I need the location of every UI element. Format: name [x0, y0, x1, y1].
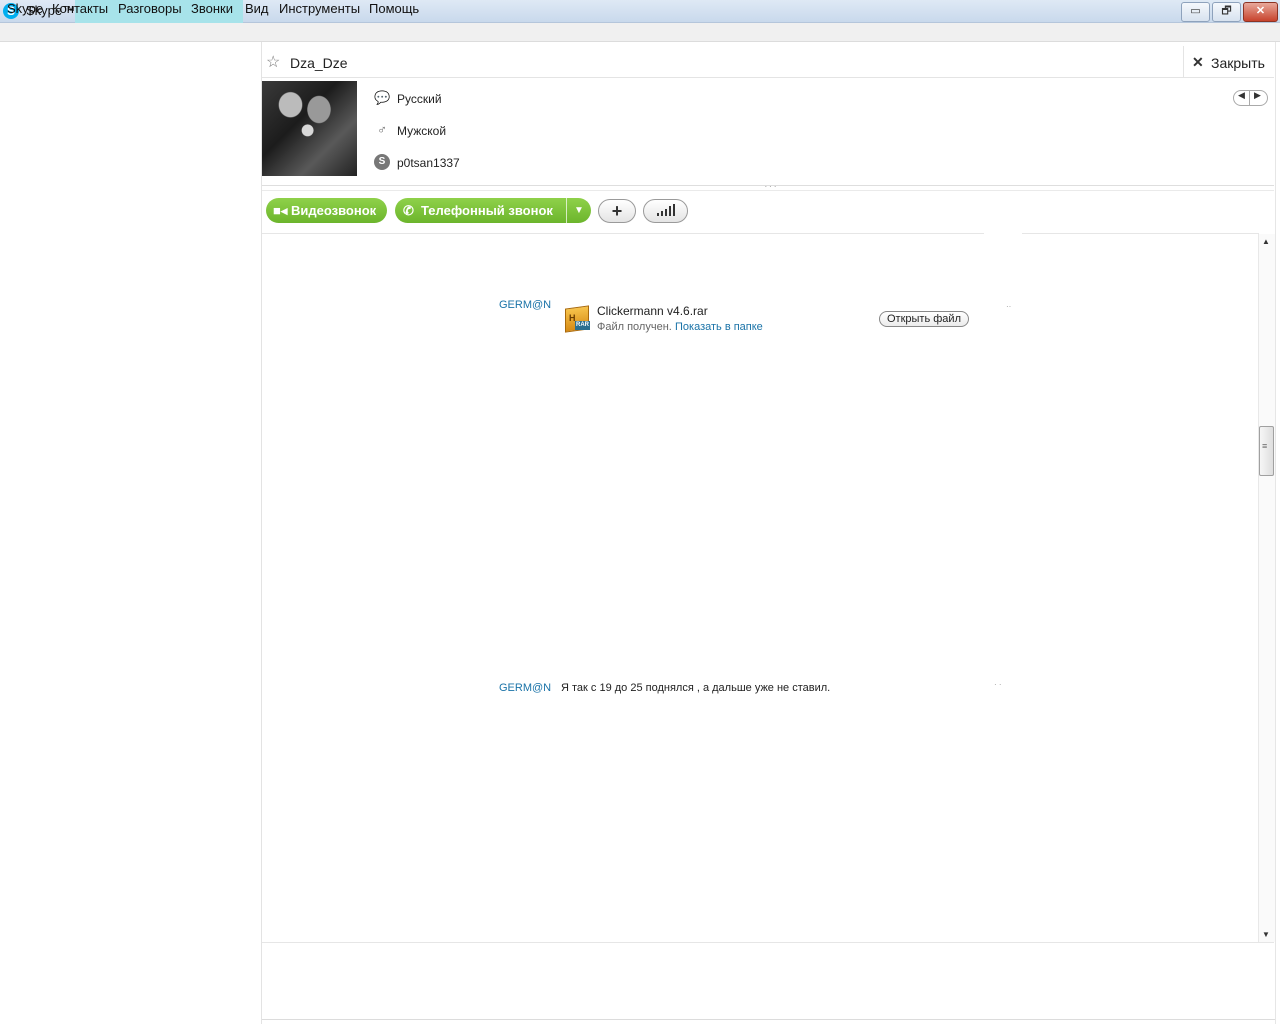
profile-skype-name: p0tsan1337	[397, 156, 460, 170]
chevron-down-icon[interactable]: ▼	[574, 198, 584, 223]
star-icon[interactable]: ☆	[266, 52, 280, 72]
scroll-thumb[interactable]	[1259, 426, 1274, 476]
show-in-folder-link[interactable]: Показать в папке	[675, 321, 763, 333]
menu-calls[interactable]: Звонки	[191, 1, 233, 16]
profile-divider	[262, 185, 1274, 186]
arrow-left-icon[interactable]: ◀	[1238, 90, 1245, 101]
message-sender[interactable]: GERM@N	[499, 682, 551, 694]
signal-bar	[673, 204, 675, 216]
minimize-button[interactable]: ▭	[1181, 2, 1210, 22]
menu-skype[interactable]: Skype	[7, 1, 43, 16]
add-people-button[interactable]: +	[598, 199, 636, 223]
file-status: Файл получен.	[597, 321, 672, 333]
chat-scrollbar[interactable]	[1258, 234, 1275, 942]
contact-name: Dza_Dze	[290, 55, 348, 71]
menu-bar	[0, 23, 1280, 42]
profile-nav-divider	[1249, 90, 1250, 106]
scroll-grip-icon: ≡	[1262, 441, 1268, 451]
window-right-edge	[1275, 42, 1280, 1024]
maximize-button[interactable]: 🗗	[1212, 2, 1241, 22]
archive-tag: RAR	[575, 321, 590, 330]
message-text: Я так с 19 до 25 поднялся , а дальше уже…	[561, 682, 831, 694]
file-name[interactable]: Clickermann v4.6.rar	[597, 304, 708, 318]
menu-contacts[interactable]: Контакты	[52, 1, 108, 16]
header-divider	[1183, 46, 1184, 77]
window-close-button[interactable]: ✕	[1243, 2, 1278, 22]
contact-list-pane	[0, 42, 262, 1024]
menu-view[interactable]: Вид	[245, 1, 269, 16]
menu-tools[interactable]: Инструменты	[279, 1, 360, 16]
video-camera-icon: ■◂	[273, 203, 288, 218]
window-bottom-edge	[262, 1019, 1280, 1020]
message-status-dot: ··	[1006, 302, 1012, 311]
speech-bubble-icon: 💬	[374, 90, 391, 105]
signal-bar	[669, 206, 671, 216]
message-status-dot: · ·	[994, 680, 1002, 689]
male-symbol-icon: ♂	[377, 122, 387, 137]
phone-button-divider	[566, 198, 567, 223]
profile-language: Русский	[397, 92, 442, 106]
skype-logo-icon: S	[374, 154, 390, 170]
chat-history[interactable]	[262, 234, 1258, 942]
message-sender[interactable]: GERM@N	[499, 299, 551, 311]
phone-icon: ✆	[403, 203, 414, 218]
rar-archive-icon[interactable]: H RAR	[563, 304, 591, 333]
avatar[interactable]	[262, 81, 357, 176]
signal-bar	[661, 211, 663, 216]
close-conversation-button[interactable]: Закрыть	[1211, 55, 1265, 71]
signal-bar	[657, 213, 659, 216]
profile-divider-secondary	[262, 190, 1274, 191]
close-icon[interactable]: ✕	[1192, 54, 1204, 71]
phone-call-button[interactable]: ✆ Телефонный звонок	[395, 198, 591, 223]
phone-call-label: Телефонный звонок	[421, 203, 553, 218]
video-call-button[interactable]: ■◂ Видеозвонок	[266, 198, 387, 223]
chat-bottom-divider	[262, 942, 1274, 943]
menu-conversations[interactable]: Разговоры	[118, 1, 182, 16]
open-file-button[interactable]: Открыть файл	[879, 311, 969, 327]
call-quality-button[interactable]	[643, 199, 688, 223]
scroll-up-icon[interactable]: ▲	[1262, 237, 1270, 246]
scroll-down-icon[interactable]: ▼	[1262, 930, 1270, 939]
signal-bar	[665, 209, 667, 216]
video-call-label: Видеозвонок	[291, 203, 377, 218]
menu-help[interactable]: Помощь	[369, 1, 419, 16]
contact-header	[262, 46, 1274, 78]
arrow-right-icon[interactable]: ▶	[1254, 90, 1261, 101]
profile-gender: Мужской	[397, 124, 447, 138]
